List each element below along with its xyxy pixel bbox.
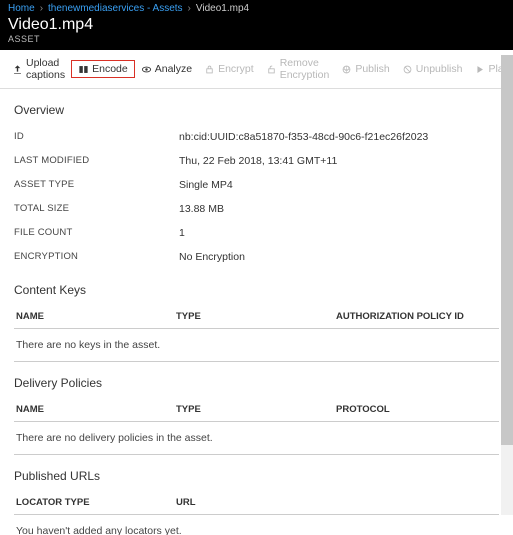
published-urls-empty: You haven't added any locators yet. [14, 515, 499, 535]
analyze-button[interactable]: Analyze [135, 60, 198, 78]
encode-label: Encode [92, 63, 128, 75]
last-modified-value: Thu, 22 Feb 2018, 13:41 GMT+11 [179, 155, 337, 167]
toolbar: Upload captions Encode Analyze Encrypt R… [0, 50, 513, 89]
id-value: nb:cid:UUID:c8a51870-f353-48cd-90c6-f21e… [179, 131, 428, 143]
encode-button[interactable]: Encode [71, 60, 135, 78]
title-bar: Video1.mp4 ASSET [0, 14, 513, 50]
ck-h-type: TYPE [176, 311, 336, 322]
unpublish-button[interactable]: Unpublish [396, 60, 469, 78]
file-count-label: FILE COUNT [14, 227, 179, 239]
page-subtitle: ASSET [8, 34, 485, 44]
last-modified-label: LAST MODIFIED [14, 155, 179, 167]
dp-h-name: NAME [16, 404, 176, 415]
pu-h-url: URL [176, 497, 336, 508]
content-keys-empty: There are no keys in the asset. [14, 329, 499, 362]
total-size-value: 13.88 MB [179, 203, 224, 215]
encode-icon [78, 64, 89, 75]
scrollbar[interactable] [501, 55, 513, 515]
unpublish-label: Unpublish [416, 63, 463, 75]
content-area: Overview IDnb:cid:UUID:c8a51870-f353-48c… [0, 89, 513, 535]
asset-type-value: Single MP4 [179, 179, 233, 191]
encrypt-label: Encrypt [218, 63, 254, 75]
ck-h-name: NAME [16, 311, 176, 322]
breadcrumb-sep: › [188, 3, 191, 14]
encryption-label: ENCRYPTION [14, 251, 179, 263]
publish-label: Publish [355, 63, 389, 75]
encrypt-button[interactable]: Encrypt [198, 60, 260, 78]
file-count-value: 1 [179, 227, 185, 239]
eye-icon [141, 64, 152, 75]
breadcrumb-service[interactable]: thenewmediaservices - Assets [48, 3, 183, 14]
scrollbar-thumb[interactable] [501, 55, 513, 445]
analyze-label: Analyze [155, 63, 192, 75]
published-urls-title: Published URLs [14, 469, 499, 483]
breadcrumb-current: Video1.mp4 [196, 3, 249, 14]
content-keys-title: Content Keys [14, 283, 499, 297]
publish-button[interactable]: Publish [335, 60, 395, 78]
unlock-icon [266, 64, 277, 75]
encryption-value: No Encryption [179, 251, 245, 263]
breadcrumb-home[interactable]: Home [8, 3, 35, 14]
upload-label: Upload captions [26, 57, 65, 81]
delivery-policies-empty: There are no delivery policies in the as… [14, 422, 499, 455]
dp-h-type: TYPE [176, 404, 336, 415]
pu-h-locator: LOCATOR TYPE [16, 497, 176, 508]
delivery-policies-header: NAME TYPE PROTOCOL [14, 398, 499, 422]
content-keys-header: NAME TYPE AUTHORIZATION POLICY ID [14, 305, 499, 329]
ck-h-auth: AUTHORIZATION POLICY ID [336, 311, 497, 322]
play-icon [474, 64, 485, 75]
published-urls-header: LOCATOR TYPE URL [14, 491, 499, 515]
remove-encryption-button[interactable]: Remove Encryption [260, 54, 336, 84]
asset-type-label: ASSET TYPE [14, 179, 179, 191]
page-title: Video1.mp4 [8, 16, 485, 34]
id-label: ID [14, 131, 179, 143]
overview-title: Overview [14, 103, 499, 117]
delivery-policies-title: Delivery Policies [14, 376, 499, 390]
total-size-label: TOTAL SIZE [14, 203, 179, 215]
lock-icon [204, 64, 215, 75]
breadcrumb-sep: › [40, 3, 43, 14]
dp-h-protocol: PROTOCOL [336, 404, 497, 415]
globe-icon [341, 64, 352, 75]
upload-icon [12, 64, 23, 75]
block-icon [402, 64, 413, 75]
remove-label: Remove Encryption [280, 57, 330, 81]
breadcrumb: Home › thenewmediaservices - Assets › Vi… [0, 0, 513, 14]
upload-captions-button[interactable]: Upload captions [6, 54, 71, 84]
